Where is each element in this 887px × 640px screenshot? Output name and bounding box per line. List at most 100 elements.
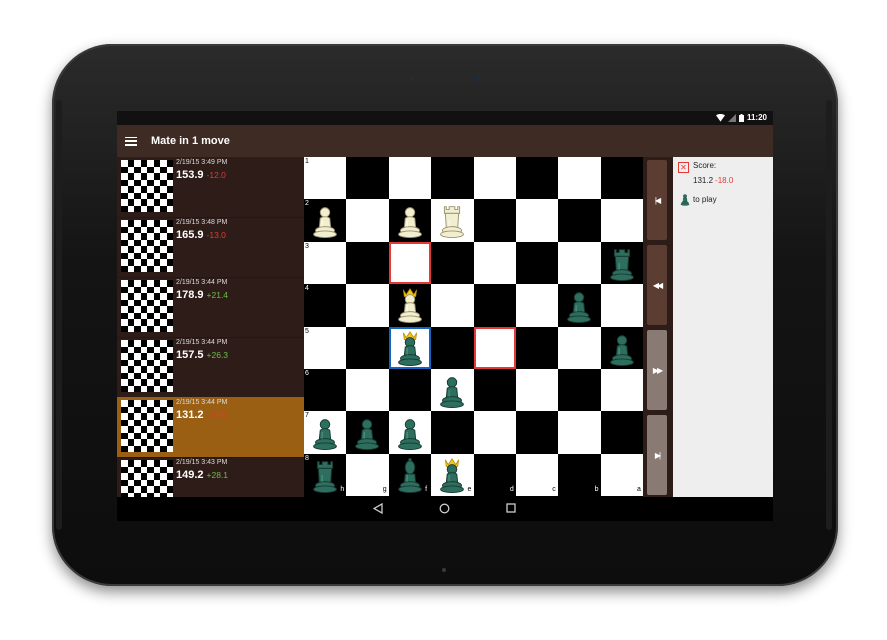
green-king-piece[interactable]: [389, 327, 431, 369]
history-item[interactable]: 2/19/15 3:44 PM 157.5 +26.3: [117, 337, 304, 398]
puzzle-history-list[interactable]: 2/19/15 3:49 PM 153.9 -12.0 2/19/15 3:48 PM…: [117, 157, 304, 497]
board-square[interactable]: [473, 284, 516, 327]
hamburger-menu-icon[interactable]: [125, 136, 137, 146]
side-to-play-pawn-icon: [678, 192, 692, 211]
green-pawn-piece[interactable]: [346, 411, 388, 453]
board-square[interactable]: [388, 368, 432, 412]
history-score: 178.9 +21.4: [176, 289, 228, 301]
board-thumbnail: [121, 340, 173, 392]
board-square[interactable]: [473, 368, 516, 412]
file-label: b: [594, 486, 599, 493]
board-square[interactable]: [515, 411, 559, 454]
board-square[interactable]: [431, 284, 473, 326]
board-square[interactable]: [601, 284, 643, 326]
white-pawn-piece[interactable]: [389, 199, 431, 241]
rewind-icon: ◀◀: [652, 280, 663, 290]
board-square[interactable]: [346, 199, 388, 241]
board-square[interactable]: [346, 157, 389, 200]
history-item[interactable]: 2/19/15 3:49 PM 153.9 -12.0: [117, 157, 304, 218]
history-item[interactable]: 2/19/15 3:44 PM 178.9 +21.4: [117, 277, 304, 338]
board-square[interactable]: [304, 327, 346, 369]
board-square[interactable]: [388, 241, 432, 285]
board-square[interactable]: [558, 242, 600, 284]
green-rook-piece[interactable]: [304, 454, 346, 496]
history-date: 2/19/15 3:44 PM: [176, 339, 228, 346]
board-square[interactable]: [304, 242, 346, 284]
green-bishop-piece[interactable]: [389, 454, 431, 496]
board-square[interactable]: [389, 157, 431, 199]
board-square[interactable]: [515, 326, 559, 369]
board-square[interactable]: [474, 411, 516, 453]
board-square[interactable]: [600, 411, 644, 454]
board-square[interactable]: [600, 157, 644, 200]
wifi-icon: [715, 113, 725, 122]
board-square[interactable]: [431, 241, 474, 285]
rank-label: 6: [305, 369, 309, 377]
history-score-delta: +21.4: [206, 290, 229, 300]
board-square[interactable]: [431, 411, 474, 454]
front-camera: [474, 75, 481, 82]
history-score-value: 157.5: [176, 349, 204, 361]
info-panel: ✕ Score: 131.2 -18.0 to play: [673, 157, 773, 497]
to-play-label: to play: [693, 195, 717, 204]
fast-forward-icon: ▶▶: [652, 365, 663, 375]
board-square[interactable]: [346, 369, 388, 411]
board-square[interactable]: [473, 326, 516, 369]
white-rook-piece[interactable]: [431, 199, 473, 241]
history-score-delta: -18.0: [206, 410, 226, 420]
white-pawn-piece[interactable]: [304, 199, 346, 241]
battery-icon: [738, 113, 744, 122]
history-date: 2/19/15 3:48 PM: [176, 219, 228, 226]
board-square[interactable]: [473, 199, 516, 242]
green-pawn-piece[interactable]: [304, 411, 346, 453]
board-square[interactable]: [515, 157, 559, 200]
back-icon[interactable]: [373, 503, 383, 514]
white-king-piece[interactable]: [389, 284, 431, 326]
board-square[interactable]: [515, 241, 559, 285]
board-square[interactable]: [431, 326, 474, 369]
board-square[interactable]: [516, 284, 558, 326]
next-move-button[interactable]: ▶▶: [647, 330, 667, 410]
history-item[interactable]: 2/19/15 3:48 PM 165.9 -13.0: [117, 217, 304, 278]
chess-board[interactable]: 12345678hgfedcba: [304, 157, 644, 497]
board-square[interactable]: [346, 241, 389, 285]
close-icon[interactable]: ✕: [678, 162, 689, 173]
board-square[interactable]: [304, 368, 347, 412]
board-square[interactable]: [346, 284, 388, 326]
last-move-button[interactable]: ▶|: [647, 415, 667, 495]
history-score-value: 149.2: [176, 469, 204, 481]
board-square[interactable]: [474, 157, 516, 199]
history-item[interactable]: 2/19/15 3:43 PM 149.2 +28.1: [117, 457, 304, 497]
board-square[interactable]: [558, 157, 600, 199]
history-score-value: 178.9: [176, 289, 204, 301]
board-square[interactable]: [346, 326, 389, 369]
board-square[interactable]: [558, 368, 601, 412]
board-square[interactable]: [431, 157, 474, 200]
board-square[interactable]: [516, 369, 558, 411]
board-square[interactable]: [558, 327, 600, 369]
history-score: 157.5 +26.3: [176, 349, 228, 361]
system-nav-bar: [117, 497, 773, 521]
board-square[interactable]: [558, 199, 601, 242]
board-square[interactable]: [558, 411, 600, 453]
board-square[interactable]: [601, 369, 643, 411]
board-square[interactable]: [516, 199, 558, 241]
green-queen-piece[interactable]: [431, 454, 473, 496]
green-rook-piece[interactable]: [601, 242, 643, 284]
history-item[interactable]: 2/19/15 3:44 PM 131.2 -18.0: [117, 397, 304, 458]
green-pawn-piece[interactable]: [389, 411, 431, 453]
board-square[interactable]: [304, 157, 346, 199]
green-pawn-piece[interactable]: [431, 369, 473, 411]
board-square[interactable]: [304, 284, 347, 327]
recents-icon[interactable]: [506, 503, 516, 513]
previous-move-button[interactable]: ◀◀: [647, 245, 667, 325]
board-square[interactable]: [474, 242, 516, 284]
green-pawn-piece[interactable]: [601, 327, 643, 369]
green-pawn-piece[interactable]: [558, 284, 600, 326]
board-square[interactable]: [601, 199, 643, 241]
file-label: a: [637, 486, 641, 493]
move-navigation: |◀ ◀◀ ▶▶ ▶|: [643, 157, 673, 497]
first-move-button[interactable]: |◀: [647, 160, 667, 240]
home-icon[interactable]: [439, 503, 450, 514]
status-icons: 11:20: [715, 113, 767, 122]
